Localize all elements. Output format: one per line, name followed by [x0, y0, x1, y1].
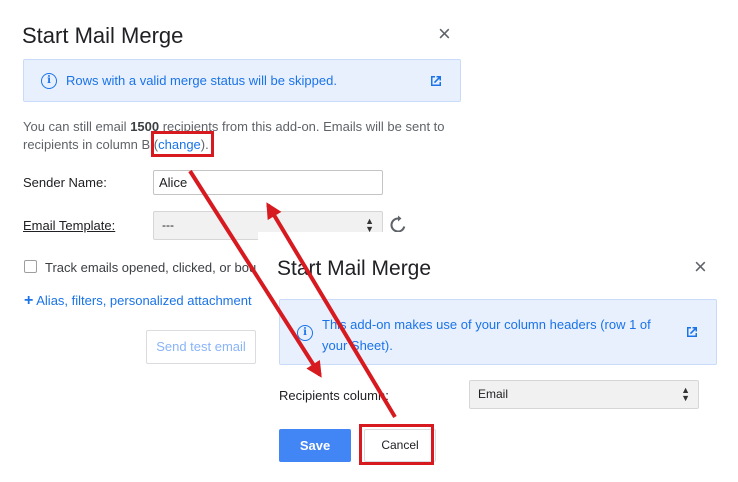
info-text: Rows with a valid merge status will be s… — [66, 73, 337, 88]
open-external-icon[interactable] — [429, 74, 443, 88]
cancel-button-highlight-box — [359, 424, 434, 465]
change-link-highlight-box — [151, 131, 214, 157]
dialog-title: Start Mail Merge — [22, 23, 184, 48]
info-icon: i — [297, 325, 313, 341]
info-text: This add-on makes use of your column hea… — [322, 317, 651, 353]
recipients-column-label: Recipients column: — [279, 388, 389, 403]
track-emails-checkbox[interactable] — [24, 260, 37, 273]
alias-filters-link[interactable]: + Alias, filters, personalized attachmen… — [24, 292, 252, 310]
sort-arrows-icon: ▲ ▼ — [681, 385, 690, 403]
mail-merge-dialog-foreground: Start Mail Merge × i This add-on makes u… — [258, 232, 738, 482]
recipients-column-select[interactable]: Email ▲ ▼ — [469, 380, 699, 409]
recipients-description: You can still email 1500 recipients from… — [23, 119, 445, 152]
sort-arrows-icon: ▲ ▼ — [365, 216, 374, 234]
close-icon[interactable]: × — [438, 23, 451, 45]
track-emails-label: Track emails opened, clicked, or bou — [45, 260, 257, 275]
sender-name-input[interactable]: Alice — [153, 170, 383, 195]
plus-icon: + — [24, 292, 34, 309]
close-icon[interactable]: × — [694, 256, 707, 278]
info-banner: i This add-on makes use of your column h… — [279, 299, 717, 365]
dialog-title: Start Mail Merge — [277, 257, 432, 280]
sender-name-label: Sender Name: — [23, 175, 107, 190]
send-test-email-button[interactable]: Send test email — [146, 330, 256, 364]
info-icon: i — [41, 73, 57, 89]
save-button[interactable]: Save — [279, 429, 351, 462]
open-external-icon[interactable] — [685, 325, 699, 339]
email-template-label: Email Template: — [23, 218, 116, 233]
info-banner: i Rows with a valid merge status will be… — [23, 59, 461, 102]
